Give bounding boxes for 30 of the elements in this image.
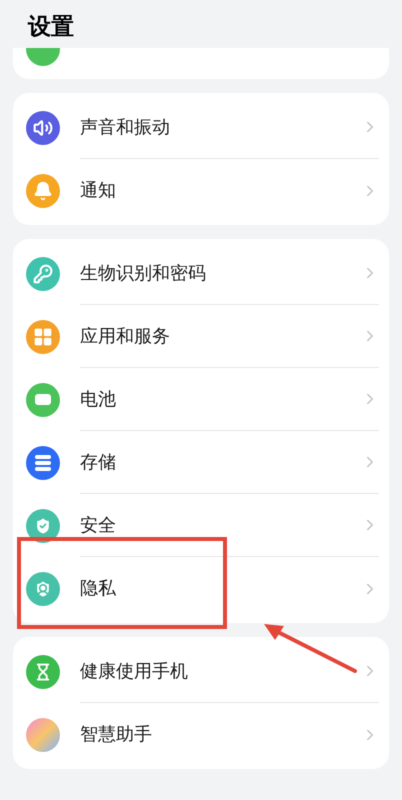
row-label: 应用和服务 <box>80 324 171 348</box>
settings-row[interactable]: 隐私 <box>13 557 389 620</box>
row-label: 隐私 <box>80 577 117 600</box>
settings-row[interactable]: 通知 <box>13 159 389 222</box>
battery-icon <box>26 382 60 416</box>
settings-row[interactable]: 健康使用手机 <box>13 640 389 703</box>
row-label: 电池 <box>80 388 117 410</box>
hourglass-icon <box>26 654 60 688</box>
speaker-icon <box>26 110 60 144</box>
orb-icon <box>26 718 60 752</box>
settings-row[interactable]: 声音和振动 <box>13 96 389 159</box>
storage-icon <box>26 446 60 480</box>
settings-row[interactable]: 电池 <box>13 368 389 431</box>
row-label: 智慧助手 <box>80 723 153 746</box>
shield-person-icon <box>26 572 60 606</box>
row-label: 声音和振动 <box>80 116 171 138</box>
grid-icon <box>26 320 60 354</box>
key-icon <box>26 256 60 290</box>
settings-row[interactable]: 存储 <box>13 431 389 494</box>
bell-icon <box>26 174 60 208</box>
row-label: 安全 <box>80 514 117 536</box>
row-label: 生物识别和密码 <box>80 262 207 284</box>
row-label: 健康使用手机 <box>80 660 189 682</box>
settings-row[interactable]: 应用和服务 <box>13 305 389 368</box>
settings-row[interactable]: 生物识别和密码 <box>13 242 389 305</box>
settings-row[interactable]: 安全 <box>13 494 389 557</box>
row-label: 通知 <box>80 179 117 202</box>
page-title: 设置 <box>28 13 74 39</box>
row-label: 存储 <box>80 450 117 474</box>
settings-row[interactable]: 智慧助手 <box>13 703 389 766</box>
